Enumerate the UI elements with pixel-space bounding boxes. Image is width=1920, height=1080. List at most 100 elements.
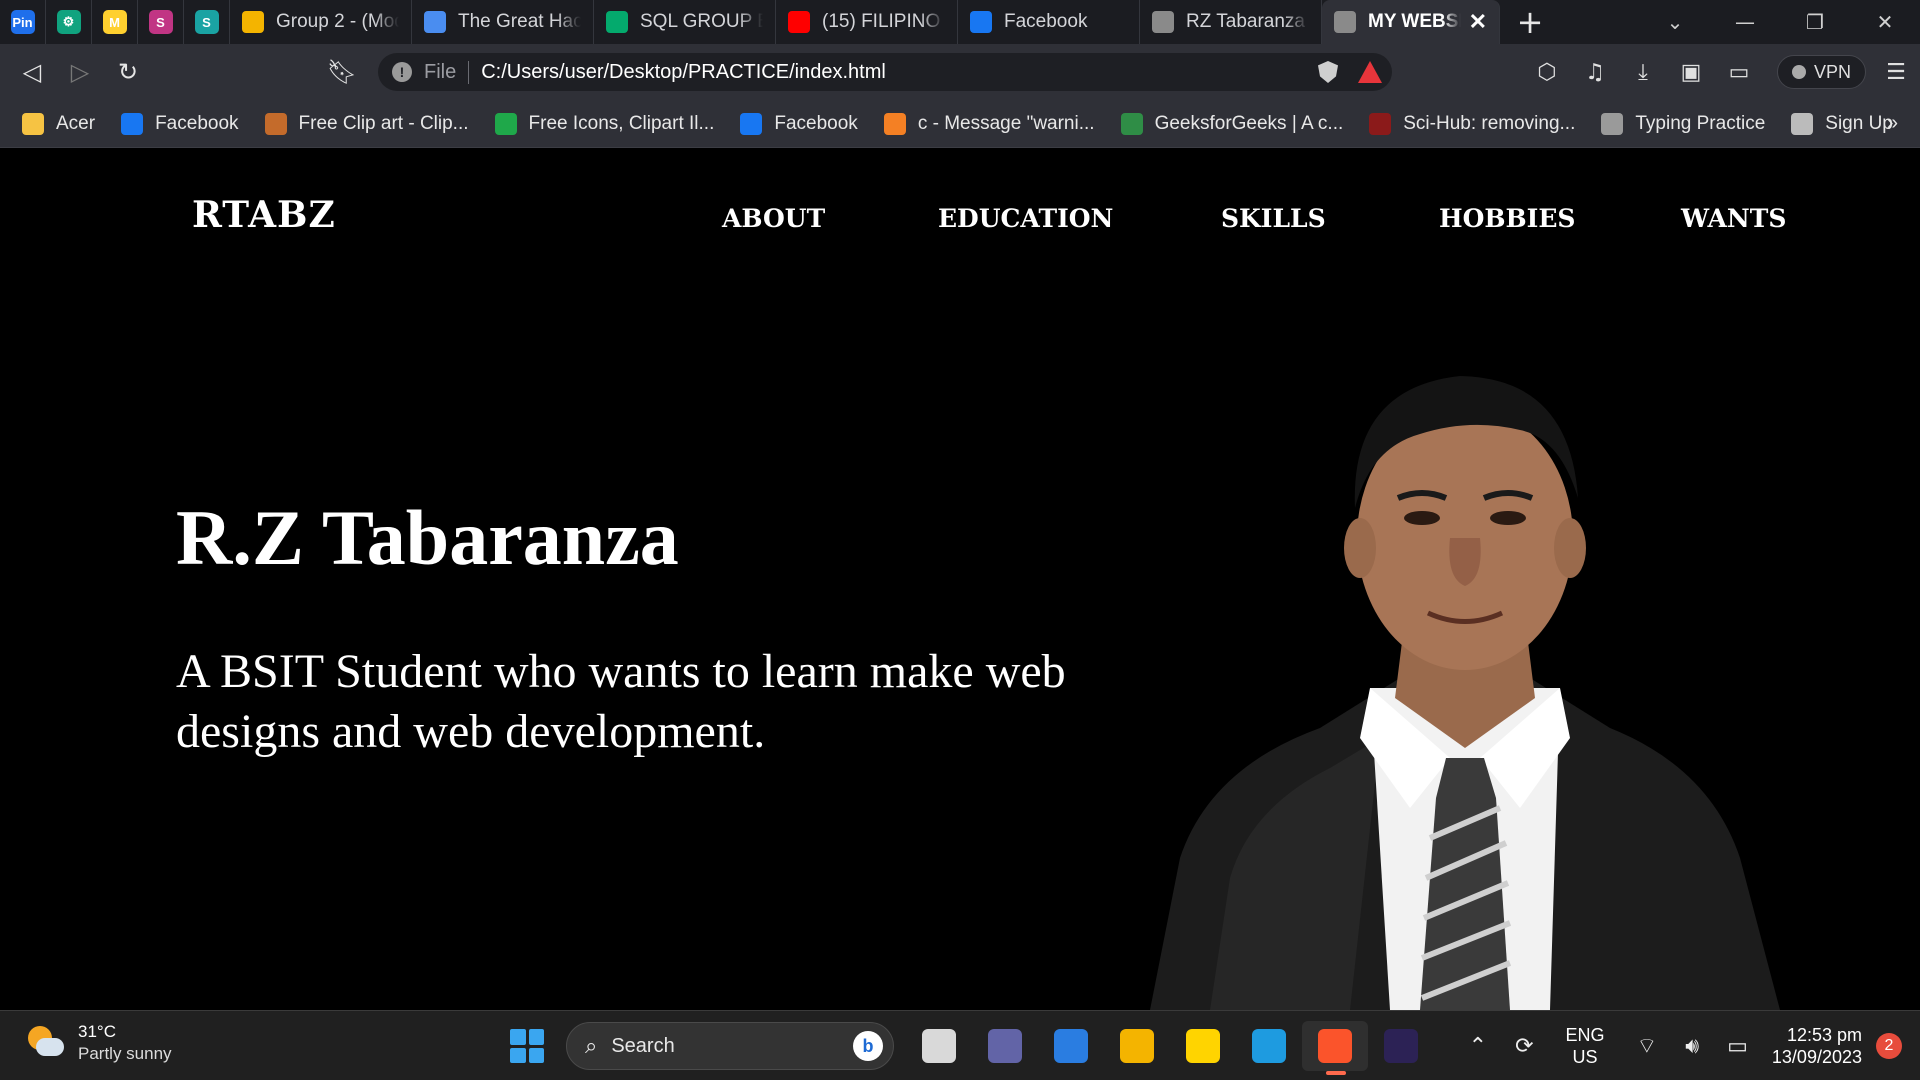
bookmark-item[interactable]: Facebook <box>740 112 858 135</box>
clock[interactable]: 12:53 pm 13/09/2023 <box>1772 1024 1862 1068</box>
bookmark-item[interactable]: c - Message "warni... <box>883 112 1095 135</box>
url-text[interactable]: C:/Users/user/Desktop/PRACTICE/index.htm… <box>481 61 886 84</box>
extensions-icon[interactable]: ⬡ <box>1523 60 1571 85</box>
tab[interactable]: RZ Tabaranza <box>1140 0 1322 44</box>
pinned-tab[interactable]: S <box>184 0 230 44</box>
bookmark-item[interactable]: GeeksforGeeks | A c... <box>1120 112 1344 135</box>
site-logo[interactable]: RTABZ <box>192 194 336 236</box>
wallet-icon[interactable]: ▭ <box>1715 60 1763 85</box>
tab[interactable]: Group 2 - (Modi <box>230 0 412 44</box>
bookmark-icon[interactable]: 🔖︎ <box>318 44 366 100</box>
tab[interactable]: The Great Hack <box>412 0 594 44</box>
address-bar[interactable]: ! File C:/Users/user/Desktop/PRACTICE/in… <box>378 53 1392 91</box>
close-window-button[interactable]: ✕ <box>1850 10 1920 34</box>
weather-condition: Partly sunny <box>78 1044 172 1063</box>
download-icon[interactable]: ⤓ <box>1619 60 1667 85</box>
language-indicator[interactable]: ENG US <box>1566 1024 1605 1068</box>
bookmark-label: GeeksforGeeks | A c... <box>1154 112 1344 134</box>
new-tab-button[interactable]: + <box>1500 0 1560 44</box>
w3schools-icon <box>606 11 628 33</box>
menu-icon[interactable]: ☰ <box>1872 60 1920 85</box>
scihub-icon <box>1369 112 1392 135</box>
eclipse-icon <box>1384 1029 1418 1063</box>
bookmark-item[interactable]: Acer <box>22 112 95 135</box>
vpn-status-icon <box>1791 65 1806 79</box>
tab-label: SQL GROUP BY S <box>640 11 763 32</box>
pinterest-icon: Pin <box>10 10 35 34</box>
bookmark-item[interactable]: Sign Up <box>1791 112 1893 135</box>
toolbar-actions: ⬡ ♫ ⤓ ▣ ▭ VPN ☰ <box>1523 44 1920 100</box>
taskbar-app[interactable] <box>1038 1021 1104 1071</box>
taskbar-app[interactable] <box>1236 1021 1302 1071</box>
reload-button[interactable]: ↻ <box>104 44 152 100</box>
bookmark-label: Sign Up <box>1825 112 1893 134</box>
restore-button[interactable]: ❐ <box>1780 10 1850 34</box>
nav-skills-link[interactable]: SKILLS <box>1221 204 1326 233</box>
youtube-icon <box>788 11 810 33</box>
pinned-tab[interactable]: M <box>92 0 138 44</box>
stackoverflow-icon <box>883 112 906 135</box>
window-controls: ⌄ — ❐ ✕ <box>1640 0 1920 44</box>
tab-search-chevron-icon[interactable]: ⌄ <box>1640 10 1710 34</box>
taskbar-app[interactable] <box>906 1021 972 1071</box>
site-info-icon[interactable]: ! <box>392 62 412 82</box>
bookmark-item[interactable]: Facebook <box>121 112 239 135</box>
tab[interactable]: SQL GROUP BY S <box>594 0 776 44</box>
media-icon[interactable]: ♫ <box>1571 60 1619 85</box>
bookmark-label: Typing Practice <box>1635 112 1766 134</box>
nav-about-link[interactable]: ABOUT <box>722 204 825 233</box>
brave-rewards-icon[interactable] <box>1358 61 1382 83</box>
back-button[interactable]: ◁ <box>8 44 56 100</box>
taskbar-app[interactable] <box>1368 1021 1434 1071</box>
browser-tab-strip: Pin ⚙ M S S Group 2 - (Modi The Great Hack SQL… <box>0 0 1920 44</box>
nav-education-link[interactable]: EDUCATION <box>938 204 1113 233</box>
tab[interactable]: Facebook <box>958 0 1140 44</box>
tab-label: Facebook <box>1004 11 1088 32</box>
taskbar-search[interactable]: ⌕ Search b <box>566 1022 894 1070</box>
close-tab-icon[interactable]: ✕ <box>1469 9 1487 35</box>
tab-label: Group 2 - (Modi <box>276 11 399 32</box>
start-button[interactable] <box>510 1029 544 1063</box>
nav-wants-link[interactable]: WANTS <box>1681 204 1786 233</box>
brave-shields-icon[interactable] <box>1318 61 1338 83</box>
hero-title: R.Z Tabaranza <box>176 494 679 581</box>
bookmark-label: c - Message "warni... <box>917 112 1095 134</box>
tab[interactable]: (15) FILIPINO - M <box>776 0 958 44</box>
bookmark-label: Facebook <box>155 112 239 134</box>
url-scheme: File <box>424 60 470 84</box>
taskbar-app[interactable] <box>1104 1021 1170 1071</box>
taskbar-app[interactable] <box>1302 1021 1368 1075</box>
facebook-icon <box>970 11 992 33</box>
vpn-button[interactable]: VPN <box>1776 55 1866 89</box>
sticky-notes-icon <box>1186 1029 1220 1063</box>
bookmark-label: Free Clip art - Clip... <box>298 112 469 134</box>
taskbar-app[interactable] <box>1170 1021 1236 1071</box>
show-hidden-icons-chevron-icon[interactable]: ⌃ <box>1469 1033 1487 1059</box>
minimize-button[interactable]: — <box>1710 10 1780 34</box>
notification-badge[interactable]: 2 <box>1876 1033 1902 1059</box>
forward-button[interactable]: ▷ <box>56 44 104 100</box>
bookmark-item[interactable]: Free Icons, Clipart Il... <box>494 112 714 135</box>
pinned-tab[interactable]: Pin <box>0 0 46 44</box>
battery-icon[interactable]: ▭ <box>1727 1033 1748 1059</box>
pinned-tab[interactable]: S <box>138 0 184 44</box>
globe-icon <box>1334 11 1356 33</box>
sync-icon[interactable]: ⟳ <box>1515 1033 1533 1059</box>
bookmark-item[interactable]: Typing Practice <box>1601 112 1766 135</box>
typing-icon <box>1601 112 1624 135</box>
web-page: RTABZ ABOUT EDUCATION SKILLS HOBBIES WAN… <box>0 148 1920 1010</box>
volume-icon[interactable]: 🔊︎ <box>1685 1033 1699 1059</box>
bing-icon[interactable]: b <box>853 1031 883 1061</box>
sidebar-icon[interactable]: ▣ <box>1667 60 1715 85</box>
bookmark-item[interactable]: Sci-Hub: removing... <box>1369 112 1575 135</box>
weather-widget[interactable]: 31°C Partly sunny <box>26 1021 172 1065</box>
file-explorer-icon <box>922 1029 956 1063</box>
nav-hobbies-link[interactable]: HOBBIES <box>1439 204 1575 233</box>
tab-active[interactable]: MY WEBSITE ✕ <box>1322 0 1500 44</box>
bookmark-item[interactable]: Free Clip art - Clip... <box>264 112 469 135</box>
wifi-icon[interactable]: ⌔ <box>1637 1032 1658 1060</box>
pinned-tab[interactable]: ⚙ <box>46 0 92 44</box>
tv-icon <box>424 11 446 33</box>
taskbar-app[interactable] <box>972 1021 1038 1071</box>
more-bookmarks-icon[interactable]: » <box>1887 112 1898 135</box>
